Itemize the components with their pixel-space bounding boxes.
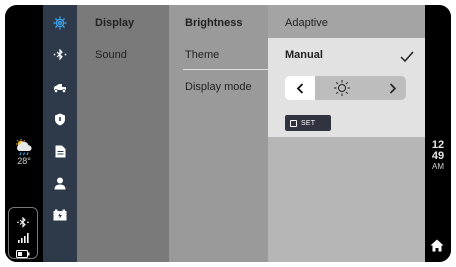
clock: 12 49 AM [425,140,451,172]
dashboard-frame: 28° Display Sound Brightness Theme Displ… [5,5,451,262]
menu-item-display-mode[interactable]: Display mode [185,81,252,93]
option-adaptive[interactable]: Adaptive [268,5,425,38]
menu-item-theme[interactable]: Theme [185,49,219,61]
document-icon[interactable] [43,139,77,163]
checkmark-icon [400,51,414,62]
set-button[interactable]: SET [285,115,331,131]
option-manual: Manual SET [268,38,425,137]
menu-item-sound[interactable]: Sound [95,49,127,61]
chevron-right-icon [389,82,397,94]
chevron-left-icon [296,82,304,94]
home-button[interactable] [430,239,444,257]
checkbox-square-icon [290,119,297,127]
battery-charging-icon[interactable] [43,203,77,227]
sun-icon [333,79,351,100]
scooter-icon[interactable] [43,75,77,99]
settings-gear-icon[interactable] [43,11,77,35]
menu-item-display[interactable]: Display [95,17,134,29]
clock-minute: 49 [431,150,445,162]
brightness-options-panel: Adaptive Manual SET [268,5,425,262]
menu-level-1: Display Sound [77,5,169,262]
cloud-sun-rain-icon [16,139,32,156]
set-button-label: SET [301,119,316,127]
battery-icon [9,245,37,262]
clock-ampm: AM [432,162,444,171]
menu-level-2: Brightness Theme Display mode [169,5,268,262]
brightness-increase-button[interactable] [384,79,402,97]
temperature: 28° [17,156,31,166]
right-status-strip: 12 49 AM [425,5,451,262]
menu-divider [183,69,268,70]
menu-item-brightness[interactable]: Brightness [185,17,242,29]
home-icon [430,239,444,252]
shield-icon[interactable] [43,107,77,131]
settings-category-nav [43,5,77,262]
option-manual-label[interactable]: Manual [285,49,323,61]
screen: 28° Display Sound Brightness Theme Displ… [0,0,456,267]
connection-status-box [8,207,38,259]
left-status-strip: 28° [5,5,42,262]
user-icon[interactable] [43,171,77,195]
option-adaptive-label: Adaptive [285,17,328,29]
weather-widget: 28° [9,139,39,166]
brightness-slider[interactable] [285,76,406,100]
brightness-decrease-button[interactable] [285,76,315,100]
bluetooth-icon[interactable] [43,43,77,67]
